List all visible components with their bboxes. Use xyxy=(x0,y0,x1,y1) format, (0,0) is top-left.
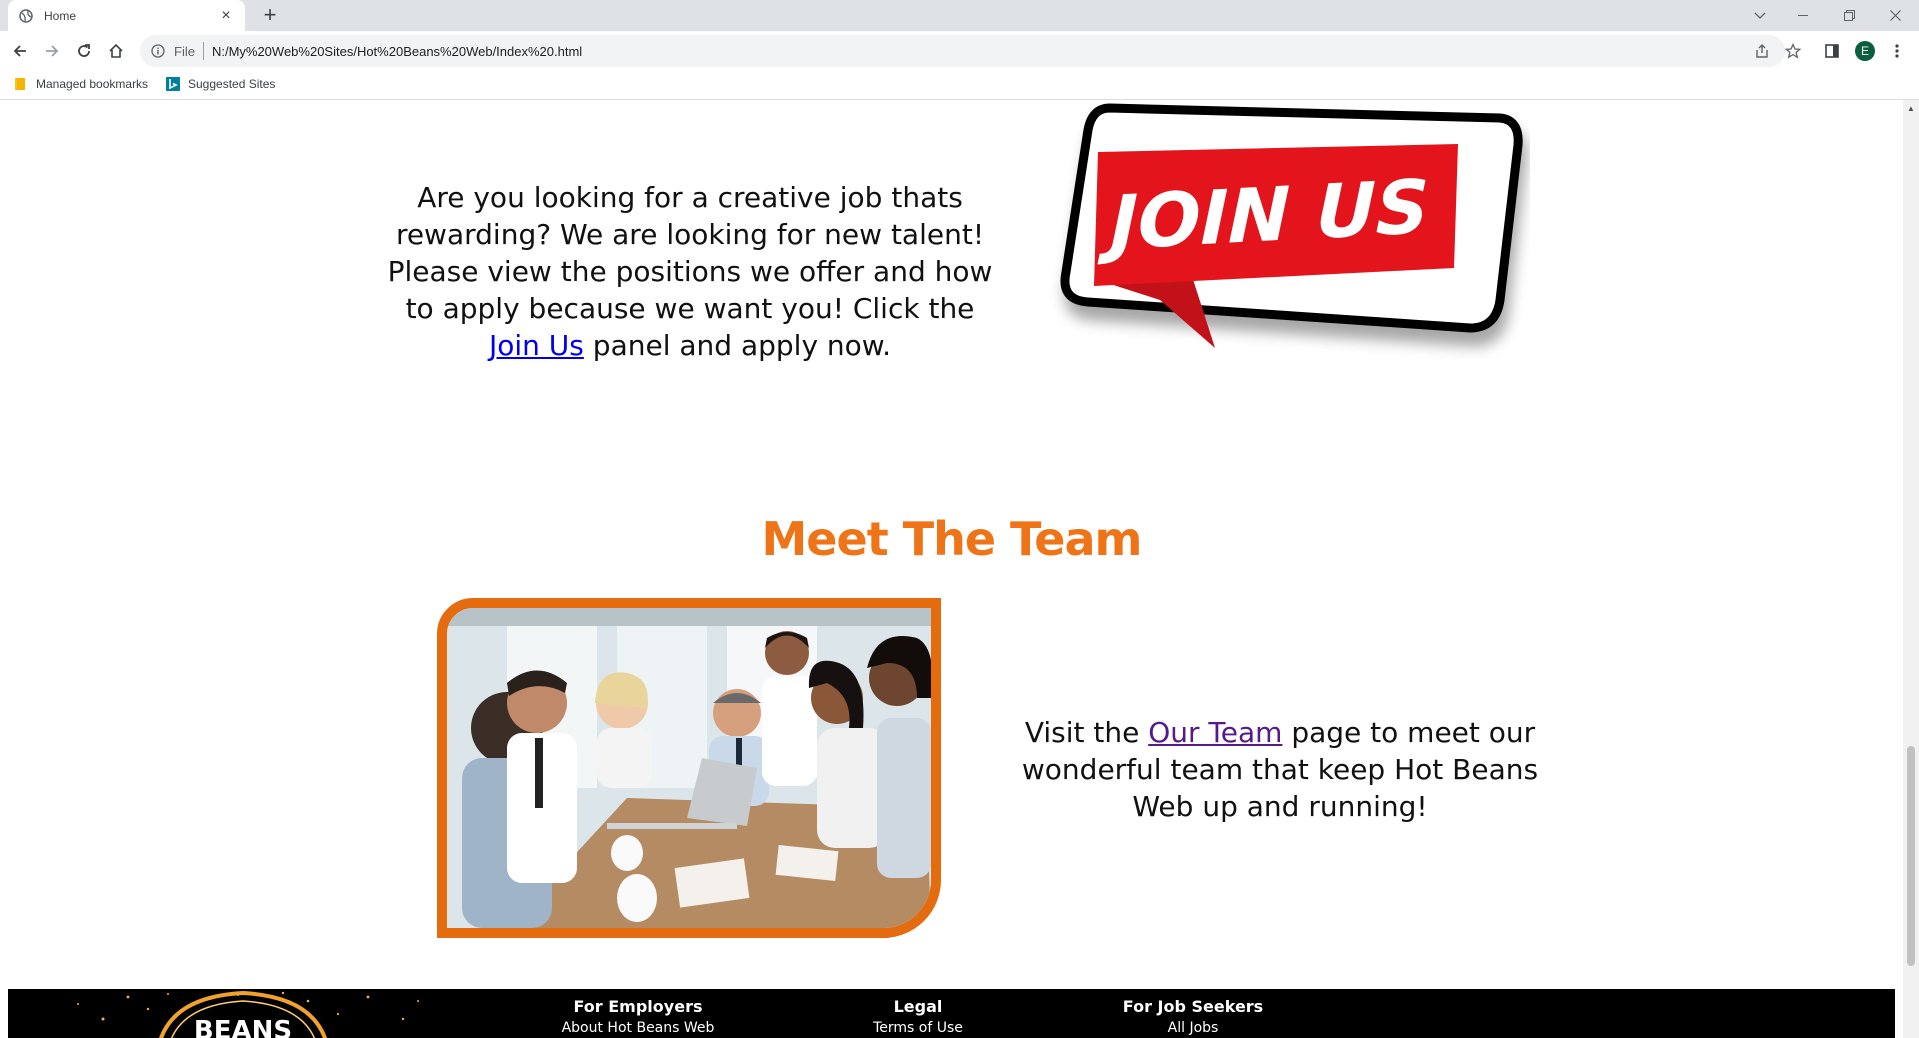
profile-avatar[interactable]: E xyxy=(1853,39,1877,63)
forward-icon[interactable] xyxy=(40,39,64,63)
tab-close-icon[interactable]: × xyxy=(217,7,235,25)
team-text-before: Visit the xyxy=(1024,716,1149,749)
tab-search-icon[interactable] xyxy=(1745,0,1775,31)
side-panel-icon[interactable] xyxy=(1820,39,1844,63)
bing-icon xyxy=(166,77,180,91)
new-tab-button[interactable]: + xyxy=(258,3,282,27)
tab-home[interactable]: Home × xyxy=(8,0,245,31)
address-bar[interactable]: File N:/My%20Web%20Sites/Hot%20Beans%20W… xyxy=(140,35,1785,67)
join-us-paragraph: Are you looking for a creative job thats… xyxy=(380,179,1000,364)
site-footer: BEANS For Employers About Hot Beans Web … xyxy=(8,989,1895,1038)
scroll-up-arrow-icon[interactable]: ▲ xyxy=(1907,104,1915,113)
share-icon[interactable] xyxy=(1750,39,1774,63)
folder-icon xyxy=(15,78,25,90)
footer-link-about[interactable]: About Hot Beans Web xyxy=(553,1020,723,1036)
bookmark-managed[interactable]: Managed bookmarks xyxy=(14,77,148,91)
hot-beans-logo: BEANS xyxy=(8,989,478,1038)
footer-heading: For Employers xyxy=(573,997,703,1016)
url-text[interactable]: N:/My%20Web%20Sites/Hot%20Beans%20Web/In… xyxy=(212,44,582,59)
browser-toolbar: File N:/My%20Web%20Sites/Hot%20Beans%20W… xyxy=(0,31,1919,71)
team-meeting-illustration xyxy=(447,608,931,928)
reload-icon[interactable] xyxy=(72,39,96,63)
home-icon[interactable] xyxy=(104,39,128,63)
footer-heading: For Job Seekers xyxy=(1122,997,1264,1016)
bookmark-suggested[interactable]: Suggested Sites xyxy=(166,77,275,91)
minimize-icon[interactable] xyxy=(1788,0,1818,31)
bookmark-label: Suggested Sites xyxy=(188,77,276,91)
footer-col-employers: For Employers About Hot Beans Web xyxy=(553,997,723,1036)
close-window-icon[interactable] xyxy=(1880,0,1910,31)
footer-link-terms[interactable]: Terms of Use xyxy=(853,1020,983,1036)
page-viewport[interactable]: Are you looking for a creative job thats… xyxy=(0,100,1903,1038)
join-us-banner-image[interactable]: JOIN US xyxy=(1030,100,1530,430)
bookmark-star-icon[interactable] xyxy=(1781,39,1805,63)
footer-col-legal: Legal Terms of Use xyxy=(853,997,983,1036)
profile-initial: E xyxy=(1855,41,1875,61)
bookmark-label: Managed bookmarks xyxy=(36,77,149,91)
page-scrollbar[interactable]: ▲ xyxy=(1903,100,1919,1038)
our-team-link[interactable]: Our Team xyxy=(1148,716,1282,749)
bookmarks-bar: Managed bookmarks Suggested Sites xyxy=(0,71,1919,100)
tab-strip: Home × + xyxy=(0,0,1919,31)
tab-title: Home xyxy=(44,8,77,23)
join-us-link[interactable]: Join Us xyxy=(489,329,584,362)
globe-icon xyxy=(18,8,34,24)
footer-link-all-jobs[interactable]: All Jobs xyxy=(1113,1020,1273,1036)
back-icon[interactable] xyxy=(8,39,32,63)
meet-the-team-heading: Meet The Team xyxy=(761,512,1143,566)
footer-col-job-seekers: For Job Seekers All Jobs xyxy=(1113,997,1273,1036)
scroll-thumb[interactable] xyxy=(1907,746,1915,966)
join-text-after: panel and apply now. xyxy=(583,329,892,362)
footer-heading: Legal xyxy=(893,997,943,1016)
restore-icon[interactable] xyxy=(1834,0,1864,31)
menu-kebab-icon[interactable] xyxy=(1885,39,1909,63)
logo-text: BEANS xyxy=(194,1016,292,1038)
join-text-before: Are you looking for a creative job thats… xyxy=(387,181,993,325)
file-scheme-label: File xyxy=(174,43,195,59)
info-icon[interactable] xyxy=(150,43,166,59)
omnibox-divider xyxy=(202,42,204,60)
team-photo[interactable] xyxy=(437,598,941,938)
banner-text: JOIN US xyxy=(1097,164,1430,267)
meet-team-paragraph: Visit the Our Team page to meet our wond… xyxy=(990,714,1570,825)
